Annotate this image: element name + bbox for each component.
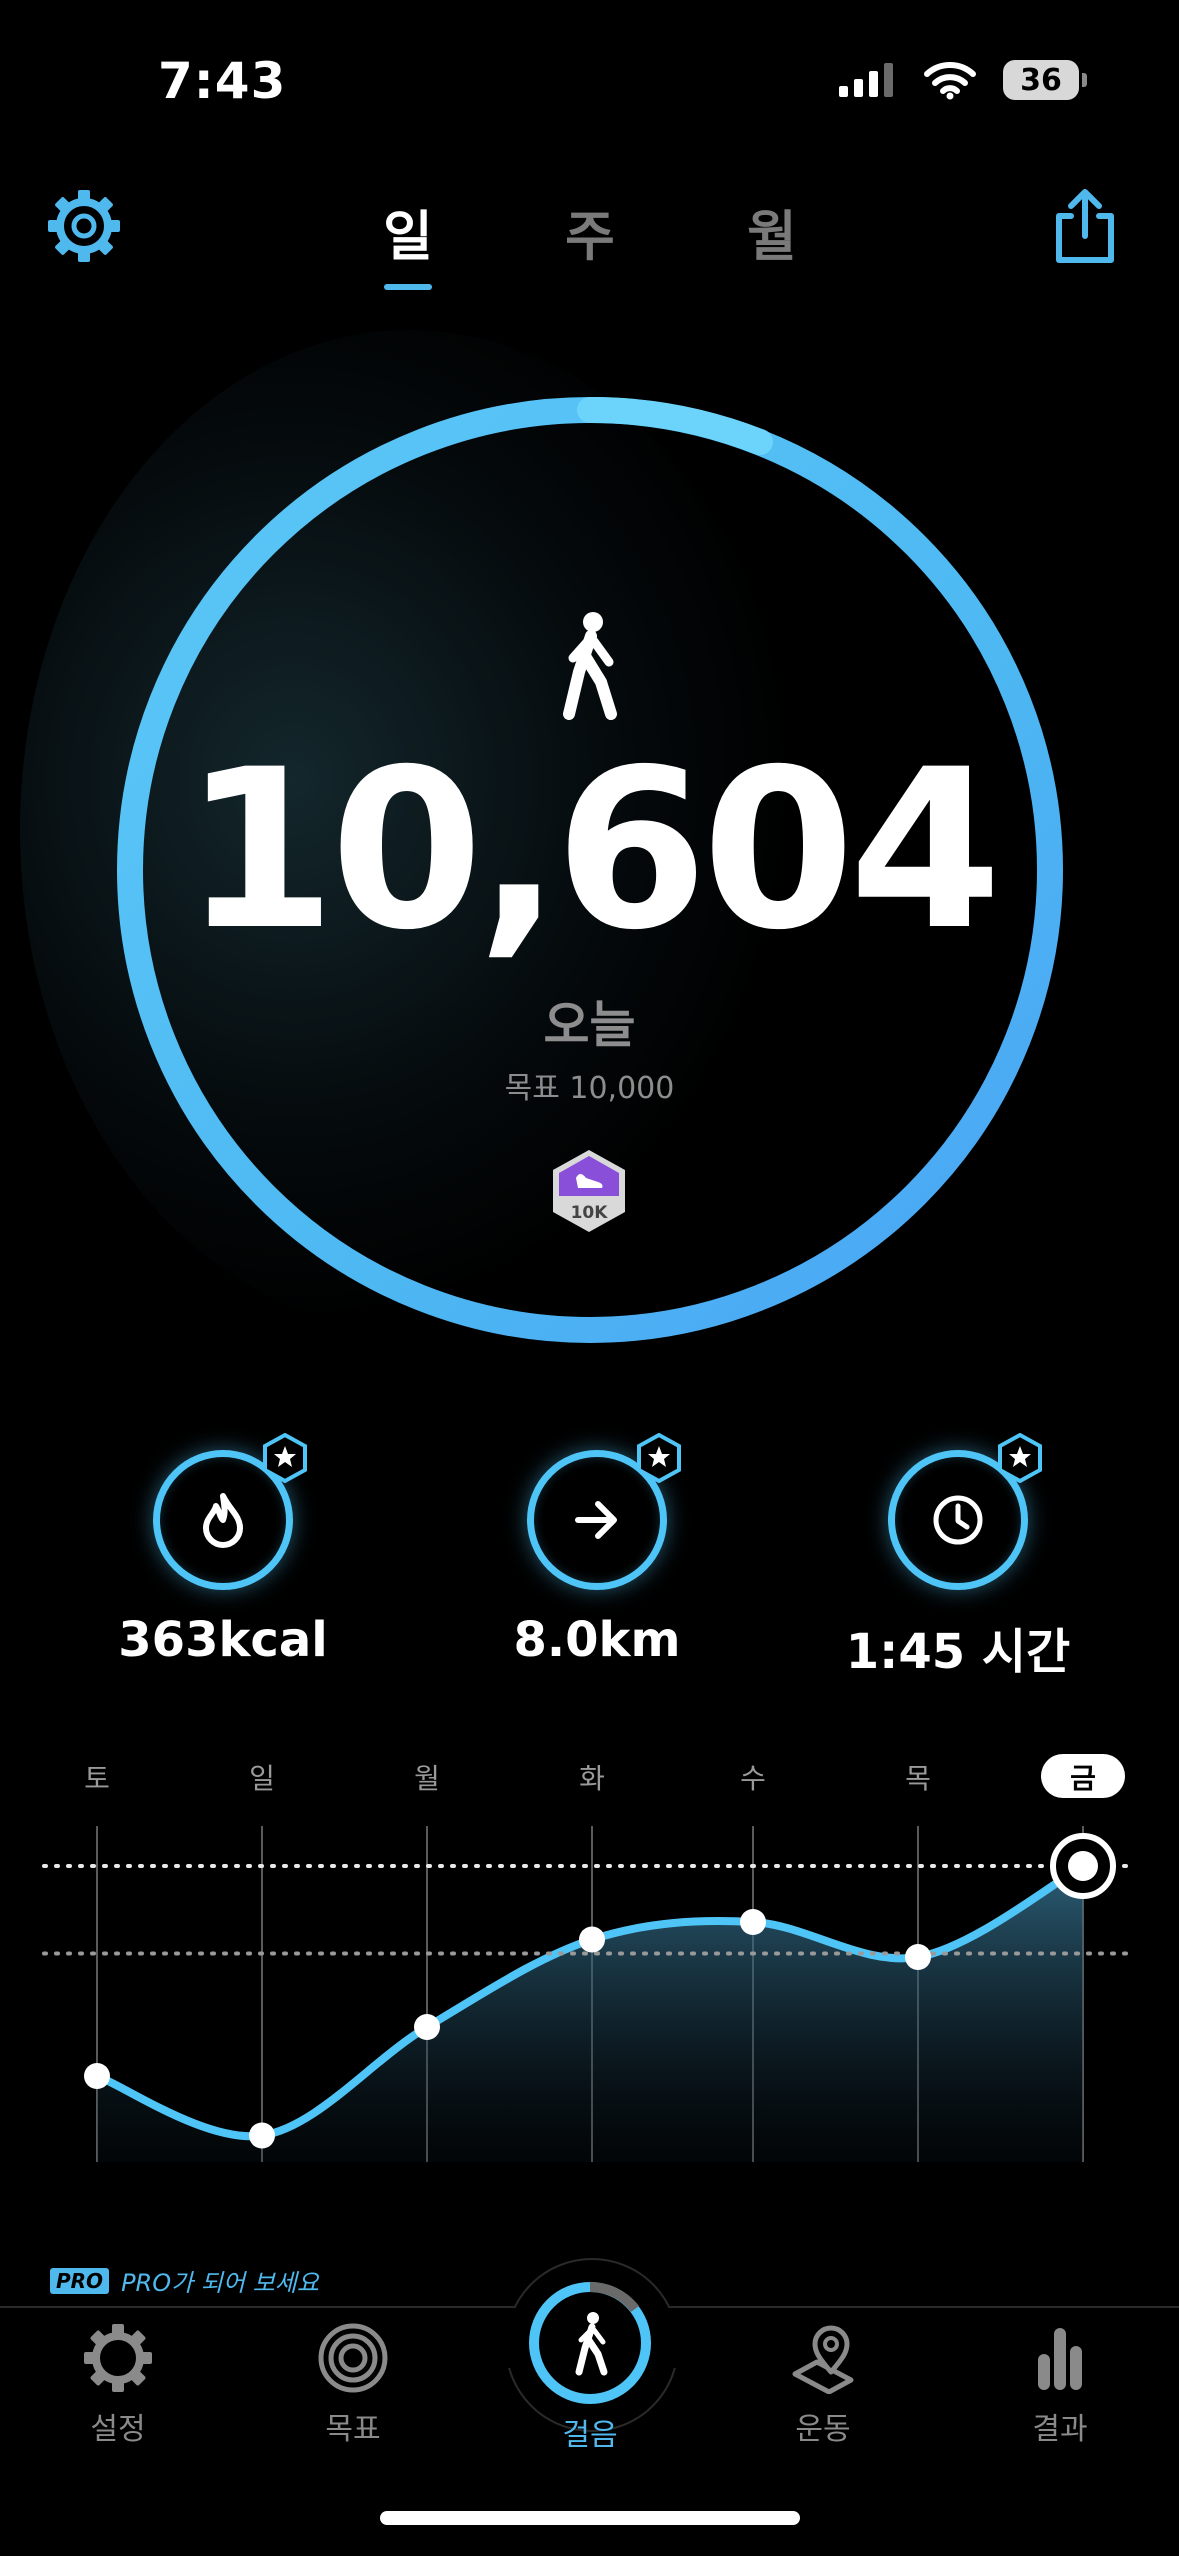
goal-text: 목표 10,000 [504,1071,675,1106]
stat-ring [527,1433,681,1590]
nav-label-steps: 걸음 [562,2418,618,2453]
share-icon[interactable] [1049,186,1121,266]
gear-icon [84,2324,152,2392]
tab-week[interactable]: 주 [530,192,650,271]
tab-active-indicator [384,284,432,290]
home-indicator [380,2511,800,2525]
nav-label-workout: 운동 [795,2412,851,2447]
chart-day-label[interactable]: 금 [1070,1762,1096,1795]
nav-label-settings: 설정 [90,2412,146,2447]
wifi-icon [924,62,976,100]
period-label: 오늘 [543,996,636,1054]
map-pin-icon [792,2325,854,2394]
chart-data-point[interactable] [249,2122,275,2149]
chart-data-point[interactable] [84,2063,110,2089]
nav-item-settings[interactable]: 설정 [48,2322,188,2448]
signal-icon [839,63,893,97]
tab-day[interactable]: 일 [348,192,468,271]
pro-promo[interactable]: PRO PRO가 되어 보세요 [50,2263,319,2298]
target-icon [318,2323,388,2393]
chart-data-point[interactable] [414,2014,440,2040]
chart-data-point[interactable] [740,1909,766,1935]
stat-value-calories: 363kcal [118,1612,328,1668]
arrow-right-icon [575,1501,617,1539]
badge-text: 10K [571,1203,609,1223]
nav-label-results: 결과 [1032,2412,1088,2447]
stat-duration[interactable]: 1:45 시간 [798,1433,1118,1682]
nav-center-walker-button[interactable] [525,2278,655,2408]
flame-icon [203,1493,243,1548]
nav-item-results[interactable]: 결과 [990,2322,1130,2448]
pro-promo-text: PRO가 되어 보세요 [121,2269,319,2297]
battery-level: 36 [1020,62,1062,98]
star-badge-icon [998,1433,1042,1483]
nav-label-goal: 목표 [325,2412,381,2447]
chart-area [97,1866,1083,2162]
status-icons: 36 [837,60,1087,100]
stat-distance[interactable]: 8.0km [437,1433,757,1668]
stat-ring [888,1433,1042,1590]
walker-icon [563,612,617,720]
chart-data-point[interactable] [579,1926,605,1953]
stat-value-duration: 1:45 시간 [845,1624,1071,1680]
gear-icon[interactable] [46,188,122,264]
nav-item-workout[interactable]: 운동 [753,2322,893,2448]
stat-value-distance: 8.0km [513,1612,681,1668]
chart-day-label[interactable]: 수 [740,1762,766,1795]
star-badge-icon [637,1433,681,1483]
stat-calories[interactable]: 363kcal [63,1433,383,1668]
chart-day-label[interactable]: 목 [905,1762,931,1795]
steps-screen: 7:43 36 일 주 월 10,604 오늘 목표 10,000 10K 36… [0,0,1179,2556]
clock-icon [933,1495,983,1545]
pro-badge: PRO [50,2267,110,2294]
10k-badge[interactable]: 10K [550,1148,628,1234]
weekly-steps-chart[interactable]: 토일월화수목금 [0,1740,1179,2190]
bar-chart-icon [1038,2328,1082,2390]
selected-data-point[interactable] [1068,1851,1098,1881]
step-count: 10,604 [183,722,1002,978]
tab-month[interactable]: 월 [712,192,832,271]
nav-item-steps[interactable]: 걸음 [520,2410,660,2454]
battery-indicator: 36 [1003,60,1087,100]
chart-day-label[interactable]: 토 [84,1762,110,1795]
chart-data-point[interactable] [905,1944,931,1970]
status-time: 7:43 [158,52,287,110]
chart-day-label[interactable]: 화 [579,1762,605,1795]
chart-day-label[interactable]: 월 [414,1762,440,1795]
nav-item-goal[interactable]: 목표 [283,2322,423,2448]
star-badge-icon [263,1433,307,1483]
chart-day-label[interactable]: 일 [249,1762,275,1795]
ring-overlap-segment [577,396,773,455]
stat-ring [153,1433,307,1590]
